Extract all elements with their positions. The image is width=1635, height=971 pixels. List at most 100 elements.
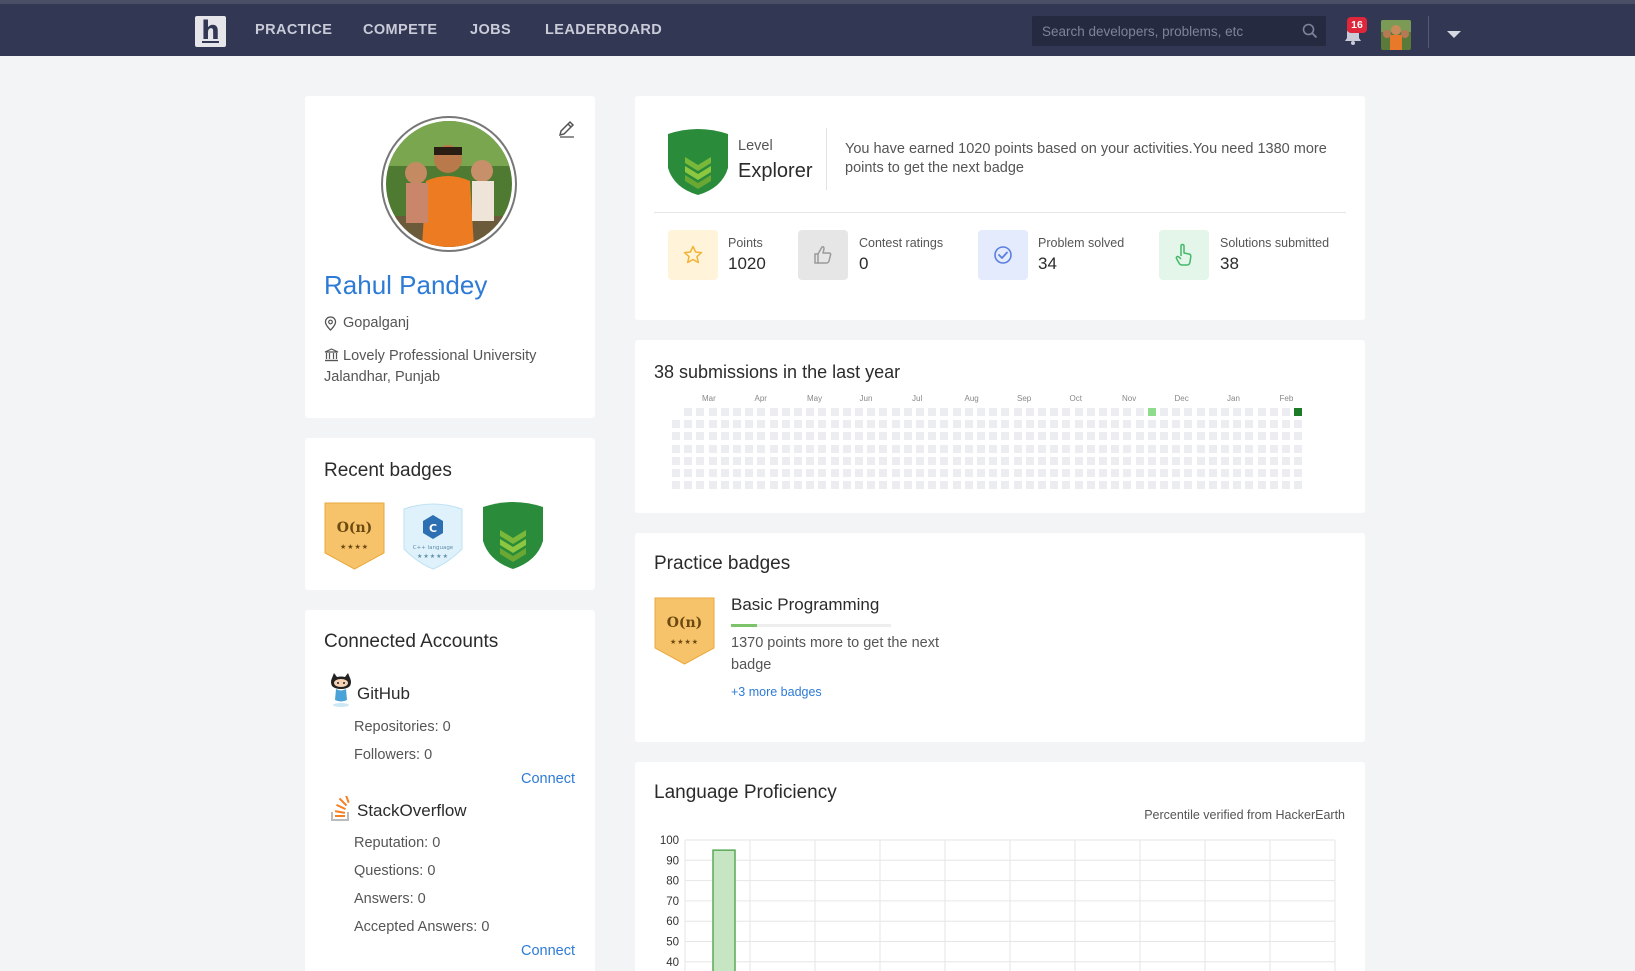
heatmap-day-cell[interactable] — [940, 481, 949, 490]
heatmap-day-cell[interactable] — [977, 456, 985, 465]
heatmap-day-cell[interactable] — [806, 408, 815, 416]
heatmap-day-cell[interactable] — [1245, 444, 1254, 453]
heatmap-day-cell[interactable] — [1257, 469, 1266, 477]
heatmap-day-cell[interactable] — [916, 420, 924, 429]
heatmap-day-cell[interactable] — [1135, 444, 1144, 453]
heatmap-day-cell[interactable] — [1257, 481, 1266, 490]
heatmap-day-cell[interactable] — [696, 408, 705, 416]
heatmap-day-cell[interactable] — [830, 456, 839, 465]
heatmap-day-cell[interactable] — [903, 444, 912, 453]
heatmap-day-cell[interactable] — [1086, 481, 1095, 490]
heatmap-day-cell[interactable] — [1013, 469, 1022, 477]
heatmap-day-cell[interactable] — [855, 444, 863, 453]
heatmap-day-cell[interactable] — [1257, 444, 1266, 453]
heatmap-day-cell[interactable] — [891, 456, 900, 465]
heatmap-day-cell[interactable] — [952, 456, 961, 465]
heatmap-day-cell[interactable] — [940, 408, 949, 416]
heatmap-day-cell[interactable] — [1160, 420, 1168, 429]
heatmap-day-cell[interactable] — [989, 408, 998, 416]
heatmap-day-cell[interactable] — [1062, 432, 1071, 441]
heatmap-day-cell[interactable] — [1135, 469, 1144, 477]
heatmap-day-cell[interactable] — [757, 420, 766, 429]
heatmap-day-cell[interactable] — [1086, 456, 1095, 465]
heatmap-day-cell[interactable] — [1050, 456, 1059, 465]
badge-cpp[interactable]: C C++ language ★★★★★ — [403, 501, 463, 570]
heatmap-day-cell[interactable] — [989, 444, 998, 453]
heatmap-day-cell[interactable] — [733, 469, 741, 477]
heatmap-day-cell[interactable] — [1062, 444, 1071, 453]
heatmap-day-cell[interactable] — [842, 456, 851, 465]
heatmap-day-cell[interactable] — [879, 408, 888, 416]
heatmap-day-cell[interactable] — [830, 481, 839, 490]
heatmap-day-cell[interactable] — [1233, 432, 1242, 441]
heatmap-day-cell[interactable] — [1062, 408, 1071, 416]
heatmap-day-cell[interactable] — [1013, 481, 1022, 490]
heatmap-day-cell[interactable] — [928, 408, 937, 416]
heatmap-day-cell[interactable] — [842, 420, 851, 429]
heatmap-day-cell[interactable] — [855, 420, 863, 429]
heatmap-day-cell[interactable] — [1001, 408, 1010, 416]
profile-name[interactable]: Rahul Pandey — [324, 270, 487, 301]
heatmap-day-cell[interactable] — [1013, 408, 1022, 416]
heatmap-day-cell[interactable] — [1074, 456, 1083, 465]
heatmap-day-cell[interactable] — [903, 456, 912, 465]
heatmap-day-cell[interactable] — [1184, 408, 1193, 416]
heatmap-day-cell[interactable] — [1184, 420, 1193, 429]
heatmap-day-cell[interactable] — [1294, 432, 1303, 441]
heatmap-day-cell[interactable] — [733, 420, 741, 429]
heatmap-day-cell[interactable] — [1135, 432, 1144, 441]
nav-leaderboard[interactable]: LEADERBOARD — [545, 22, 662, 38]
heatmap-day-cell[interactable] — [1208, 481, 1217, 490]
heatmap-day-cell[interactable] — [684, 469, 693, 477]
heatmap-day-cell[interactable] — [733, 481, 741, 490]
heatmap-day-cell[interactable] — [1233, 408, 1242, 416]
heatmap-day-cell[interactable] — [745, 408, 754, 416]
heatmap-day-cell[interactable] — [1025, 420, 1034, 429]
heatmap-day-cell[interactable] — [1196, 456, 1205, 465]
heatmap-day-cell[interactable] — [977, 420, 985, 429]
heatmap-day-cell[interactable] — [989, 420, 998, 429]
heatmap-day-cell[interactable] — [696, 420, 705, 429]
search-input[interactable] — [1032, 16, 1292, 46]
heatmap-day-cell[interactable] — [806, 432, 815, 441]
heatmap-day-cell[interactable] — [842, 481, 851, 490]
heatmap-day-cell[interactable] — [1269, 456, 1278, 465]
heatmap-day-cell[interactable] — [1147, 432, 1156, 441]
heatmap-day-cell[interactable] — [1025, 408, 1034, 416]
heatmap-day-cell[interactable] — [1245, 456, 1254, 465]
heatmap-day-cell[interactable] — [733, 456, 741, 465]
heatmap-day-cell[interactable] — [1208, 456, 1217, 465]
heatmap-day-cell[interactable] — [1245, 432, 1254, 441]
heatmap-day-cell[interactable] — [1111, 456, 1120, 465]
heatmap-day-cell[interactable] — [684, 420, 693, 429]
heatmap-day-cell[interactable] — [720, 408, 729, 416]
heatmap-day-cell[interactable] — [1184, 481, 1193, 490]
heatmap-day-cell[interactable] — [977, 432, 985, 441]
heatmap-day-cell[interactable] — [1233, 469, 1242, 477]
heatmap-day-cell[interactable] — [989, 432, 998, 441]
heatmap-day-cell[interactable] — [977, 408, 985, 416]
heatmap-day-cell[interactable] — [1025, 456, 1034, 465]
heatmap-day-cell[interactable] — [1147, 469, 1156, 477]
heatmap-day-cell[interactable] — [952, 469, 961, 477]
heatmap-day-cell[interactable] — [1111, 469, 1120, 477]
heatmap-day-cell[interactable] — [1062, 420, 1071, 429]
heatmap-day-cell[interactable] — [1257, 420, 1266, 429]
heatmap-day-cell[interactable] — [757, 456, 766, 465]
heatmap-day-cell[interactable] — [1062, 456, 1071, 465]
heatmap-day-cell[interactable] — [1038, 444, 1046, 453]
heatmap-day-cell[interactable] — [1269, 444, 1278, 453]
heatmap-day-cell[interactable] — [1074, 481, 1083, 490]
heatmap-day-cell[interactable] — [1050, 420, 1059, 429]
heatmap-day-cell[interactable] — [1221, 408, 1229, 416]
heatmap-day-cell[interactable] — [1123, 432, 1132, 441]
heatmap-day-cell[interactable] — [977, 481, 985, 490]
heatmap-day-cell[interactable] — [708, 469, 717, 477]
heatmap-day-cell[interactable] — [1282, 469, 1290, 477]
heatmap-day-cell[interactable] — [794, 408, 802, 416]
heatmap-day-cell[interactable] — [1294, 420, 1303, 429]
heatmap-day-cell[interactable] — [818, 408, 827, 416]
heatmap-day-cell[interactable] — [891, 469, 900, 477]
heatmap-day-cell[interactable] — [891, 420, 900, 429]
heatmap-day-cell[interactable] — [1001, 420, 1010, 429]
